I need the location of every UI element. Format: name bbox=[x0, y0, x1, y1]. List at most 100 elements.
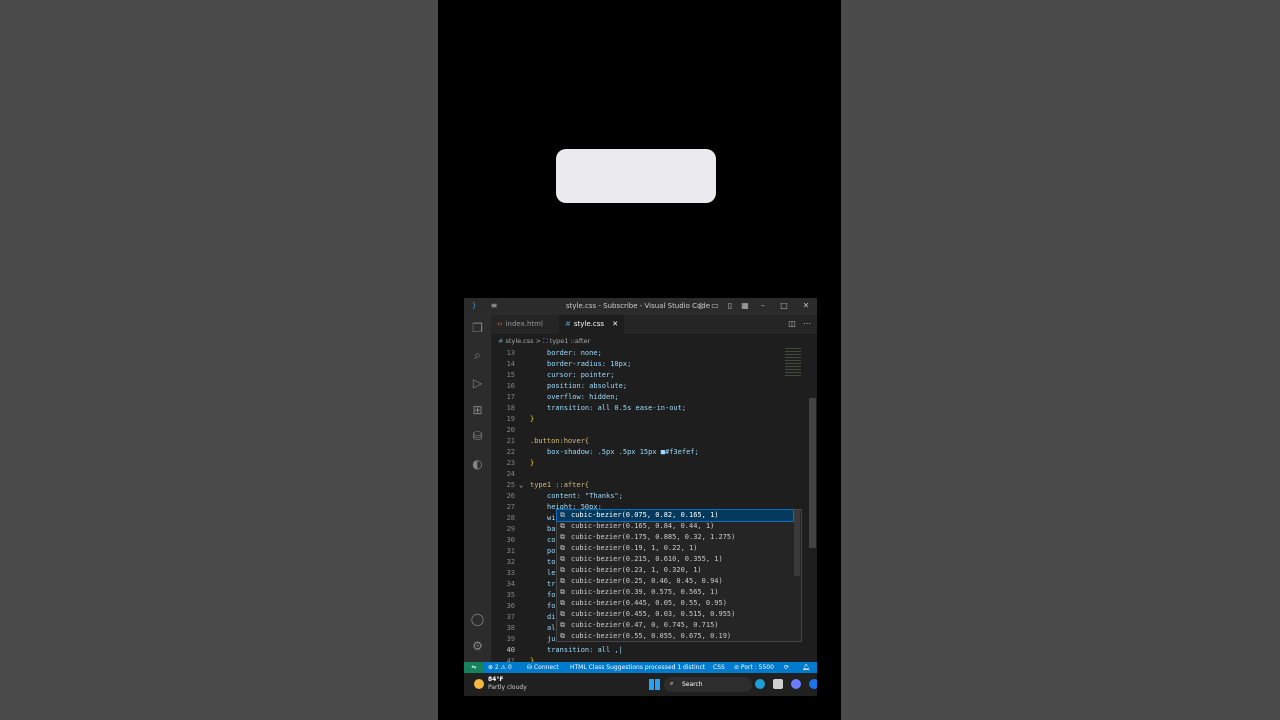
edge-icon[interactable]: ◐ bbox=[470, 457, 485, 472]
code-line: 15 cursor: pointer; bbox=[491, 370, 791, 381]
toggle-sidebar-icon[interactable]: ▯ bbox=[696, 301, 706, 311]
value-icon: ⧉ bbox=[560, 599, 565, 607]
suggestion-item[interactable]: ⧉ cubic-bezier(0.39, 0.575, 0.565, 1) bbox=[557, 587, 793, 598]
value-icon: ⧉ bbox=[560, 555, 565, 563]
browser-icon[interactable] bbox=[809, 679, 817, 689]
code-line: 22 box-shadow: .5px .5px 15px ■#f3efef; bbox=[491, 447, 791, 458]
value-icon: ⧉ bbox=[560, 566, 565, 574]
suggestion-item[interactable]: ⧉ cubic-bezier(0.455, 0.03, 0.515, 0.955) bbox=[557, 609, 793, 620]
code-line: 21 .button:hover{ bbox=[491, 436, 791, 447]
suggestion-label: cubic-bezier(0.445, 0.05, 0.55, 0.95) bbox=[571, 599, 727, 607]
close-window-icon[interactable]: ✕ bbox=[801, 301, 811, 311]
explorer-icon[interactable]: ❐ bbox=[470, 321, 485, 336]
line-number: 22 bbox=[506, 448, 515, 456]
suggestion-item[interactable]: ⧉ cubic-bezier(0.075, 0.82, 0.165, 1) bbox=[556, 509, 794, 522]
code-text: border-radius: 10px; bbox=[547, 360, 632, 368]
search-icon: ⌕ bbox=[670, 680, 674, 687]
value-icon: ⧉ bbox=[560, 610, 565, 618]
temperature: 84°F bbox=[488, 676, 504, 683]
suggestion-item[interactable]: ⧉ cubic-bezier(0.19, 1, 0.22, 1) bbox=[557, 543, 793, 554]
title-bar: ⟩ ≡ style.css - Subscribe - Visual Studi… bbox=[464, 298, 817, 315]
toggle-secondary-sidebar-icon[interactable]: ▯ bbox=[725, 301, 735, 311]
suggestion-item[interactable]: ⧉ cubic-bezier(0.175, 0.885, 0.32, 1.275) bbox=[557, 532, 793, 543]
connect-item[interactable]: ⛁ Connect bbox=[527, 662, 559, 673]
menu-icon[interactable]: ≡ bbox=[489, 301, 499, 311]
customize-layout-icon[interactable]: ▦ bbox=[740, 301, 750, 311]
maximize-icon[interactable]: □ bbox=[779, 301, 789, 311]
line-number: 16 bbox=[506, 382, 515, 390]
search-icon[interactable]: ⌕ bbox=[470, 348, 485, 363]
line-number: 28 bbox=[506, 514, 515, 522]
breadcrumb-symbol[interactable]: type1 ::after bbox=[550, 337, 590, 345]
extensions-icon[interactable]: ⊞ bbox=[470, 403, 485, 418]
preview-button[interactable] bbox=[556, 149, 716, 203]
connect-label: Connect bbox=[533, 664, 559, 671]
teams-icon[interactable] bbox=[755, 679, 765, 689]
suggestion-scrollbar[interactable] bbox=[794, 510, 800, 576]
code-text: position: absolute; bbox=[547, 382, 628, 390]
line-number: 32 bbox=[506, 558, 515, 566]
editor-scrollbar[interactable] bbox=[809, 398, 816, 548]
tab-index-html[interactable]: ‹› index.html bbox=[491, 315, 549, 334]
code-text: wi bbox=[547, 514, 556, 522]
taskbar-search[interactable]: ⌕ Search bbox=[664, 677, 752, 692]
code-text: box-shadow: .5px .5px 15px ■#f3efef; bbox=[547, 448, 699, 456]
value-icon: ⧉ bbox=[560, 632, 565, 640]
breadcrumb: # style.css > ⛶ type1 ::after bbox=[498, 337, 590, 346]
code-text: tr bbox=[547, 580, 556, 588]
suggestion-item[interactable]: ⧉ cubic-bezier(0.445, 0.05, 0.55, 0.95) bbox=[557, 598, 793, 609]
value-icon: ⧉ bbox=[560, 577, 565, 585]
value-icon: ⧉ bbox=[560, 522, 565, 530]
account-icon[interactable]: ◯ bbox=[470, 612, 485, 627]
remote-indicator-icon[interactable]: ⇋ bbox=[464, 662, 484, 673]
suggestion-item[interactable]: ⧉ cubic-bezier(0.215, 0.610, 0.355, 1) bbox=[557, 554, 793, 565]
suggestion-item[interactable]: ⧉ cubic-bezier(0.23, 1, 0.320, 1) bbox=[557, 565, 793, 576]
line-number: 39 bbox=[506, 635, 515, 643]
suggestion-item[interactable]: ⧉ cubic-bezier(0.25, 0.46, 0.45, 0.94) bbox=[557, 576, 793, 587]
html-file-icon: ‹› bbox=[497, 320, 503, 328]
symbol-icon: ⛶ bbox=[543, 337, 548, 345]
run-debug-icon[interactable]: ▷ bbox=[470, 376, 485, 391]
suggestion-item[interactable]: ⧉ cubic-bezier(0.47, 0, 0.745, 0.715) bbox=[557, 620, 793, 631]
code-text: } bbox=[530, 459, 535, 467]
breadcrumb-file[interactable]: style.css bbox=[506, 337, 534, 345]
database-icon[interactable]: ⛁ bbox=[470, 429, 485, 444]
tab-label: style.css bbox=[573, 320, 605, 328]
line-number: 14 bbox=[506, 360, 515, 368]
line-number: 30 bbox=[506, 536, 515, 544]
notifications-bell-icon[interactable]: 🔔︎ bbox=[802, 662, 810, 673]
breadcrumb-separator: > bbox=[535, 337, 542, 345]
code-line: 23} bbox=[491, 458, 791, 469]
suggestion-item[interactable]: ⧉ cubic-bezier(0.165, 0.84, 0.44, 1) bbox=[557, 521, 793, 532]
tab-style-css[interactable]: # style.css ✕ bbox=[559, 315, 625, 334]
language-mode[interactable]: CSS bbox=[713, 662, 725, 673]
suggestion-item[interactable]: ⧉ cubic-bezier(0.55, 0.055, 0.675, 0.19) bbox=[557, 631, 793, 642]
file-explorer-icon[interactable] bbox=[773, 679, 783, 689]
line-number: 37 bbox=[506, 613, 515, 621]
code-text: type1 ::after{ bbox=[530, 481, 590, 489]
code-line: 24 bbox=[491, 469, 791, 480]
more-actions-icon[interactable]: ⋯ bbox=[802, 319, 812, 329]
suggestion-label: cubic-bezier(0.23, 1, 0.320, 1) bbox=[571, 566, 702, 574]
video-frame: ⟩ ≡ style.css - Subscribe - Visual Studi… bbox=[438, 0, 841, 720]
fold-chevron-icon[interactable]: ⌄ bbox=[519, 480, 523, 491]
toggle-panel-icon[interactable]: ▭ bbox=[710, 301, 720, 311]
code-line: 18 transition: all 0.5s ease-in-out; bbox=[491, 403, 791, 414]
close-tab-icon[interactable]: ✕ bbox=[612, 320, 618, 328]
minimize-icon[interactable]: – bbox=[758, 301, 768, 311]
code-text: fo bbox=[547, 602, 556, 610]
windows-start-icon[interactable] bbox=[649, 679, 660, 690]
feedback-icon[interactable]: ⟳ bbox=[784, 662, 789, 673]
split-editor-icon[interactable]: ◫ bbox=[787, 319, 797, 329]
code-line: 16 position: absolute; bbox=[491, 381, 791, 392]
settings-gear-icon[interactable]: ⚙ bbox=[470, 639, 485, 654]
tab-label: index.html bbox=[505, 320, 543, 328]
problems-indicator[interactable]: ⊗ 2 ⚠ 0 bbox=[488, 662, 512, 673]
code-text: po bbox=[547, 547, 556, 555]
chat-icon[interactable] bbox=[791, 679, 801, 689]
live-server-port[interactable]: ⊘ Port : 5500 bbox=[734, 662, 774, 673]
code-line: 20 bbox=[491, 425, 791, 436]
minimap[interactable] bbox=[785, 348, 801, 378]
code-line: 19} bbox=[491, 414, 791, 425]
vscode-logo-icon: ⟩ bbox=[472, 301, 476, 310]
